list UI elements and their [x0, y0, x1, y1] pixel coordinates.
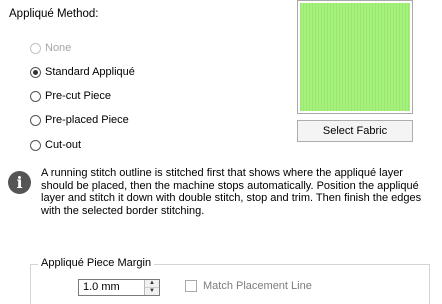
group-label: Appliqué Piece Margin	[38, 257, 155, 269]
info-description: A running stitch outline is stitched fir…	[41, 167, 422, 217]
select-fabric-button[interactable]: Select Fabric	[297, 120, 413, 142]
radio-label: None	[45, 42, 72, 54]
radio-label: Cut-out	[45, 139, 82, 151]
radio-button[interactable]	[30, 114, 41, 126]
match-placement-line-checkbox[interactable]	[185, 280, 197, 292]
radio-label: Pre-cut Piece	[45, 90, 112, 102]
margin-spinbox[interactable]: 1.0 mm ▲ ▼	[78, 279, 160, 296]
applique-method-title: Appliqué Method:	[9, 8, 99, 20]
checkbox-label: Match Placement Line	[203, 280, 312, 292]
radio-pre-cut-piece[interactable]: Pre-cut Piece	[30, 88, 111, 104]
radio-pre-placed-piece[interactable]: Pre-placed Piece	[30, 112, 129, 128]
radio-button[interactable]	[30, 90, 41, 102]
radio-label: Pre-placed Piece	[45, 114, 129, 126]
fabric-swatch	[300, 3, 410, 111]
spin-up-icon[interactable]: ▲	[145, 280, 159, 287]
fabric-preview	[297, 0, 413, 114]
radio-button[interactable]	[30, 66, 41, 78]
info-icon: i	[8, 171, 31, 194]
radio-none[interactable]: None	[30, 40, 71, 56]
radio-label: Standard Appliqué	[45, 66, 135, 78]
spin-buttons: ▲ ▼	[144, 280, 159, 295]
radio-button[interactable]	[30, 42, 41, 54]
margin-value[interactable]: 1.0 mm	[83, 281, 120, 293]
spin-down-icon[interactable]: ▼	[145, 287, 159, 295]
radio-cut-out[interactable]: Cut-out	[30, 137, 81, 153]
match-placement-line-option[interactable]: Match Placement Line	[185, 280, 312, 292]
radio-standard-applique[interactable]: Standard Appliqué	[30, 64, 135, 80]
radio-button[interactable]	[30, 139, 41, 151]
